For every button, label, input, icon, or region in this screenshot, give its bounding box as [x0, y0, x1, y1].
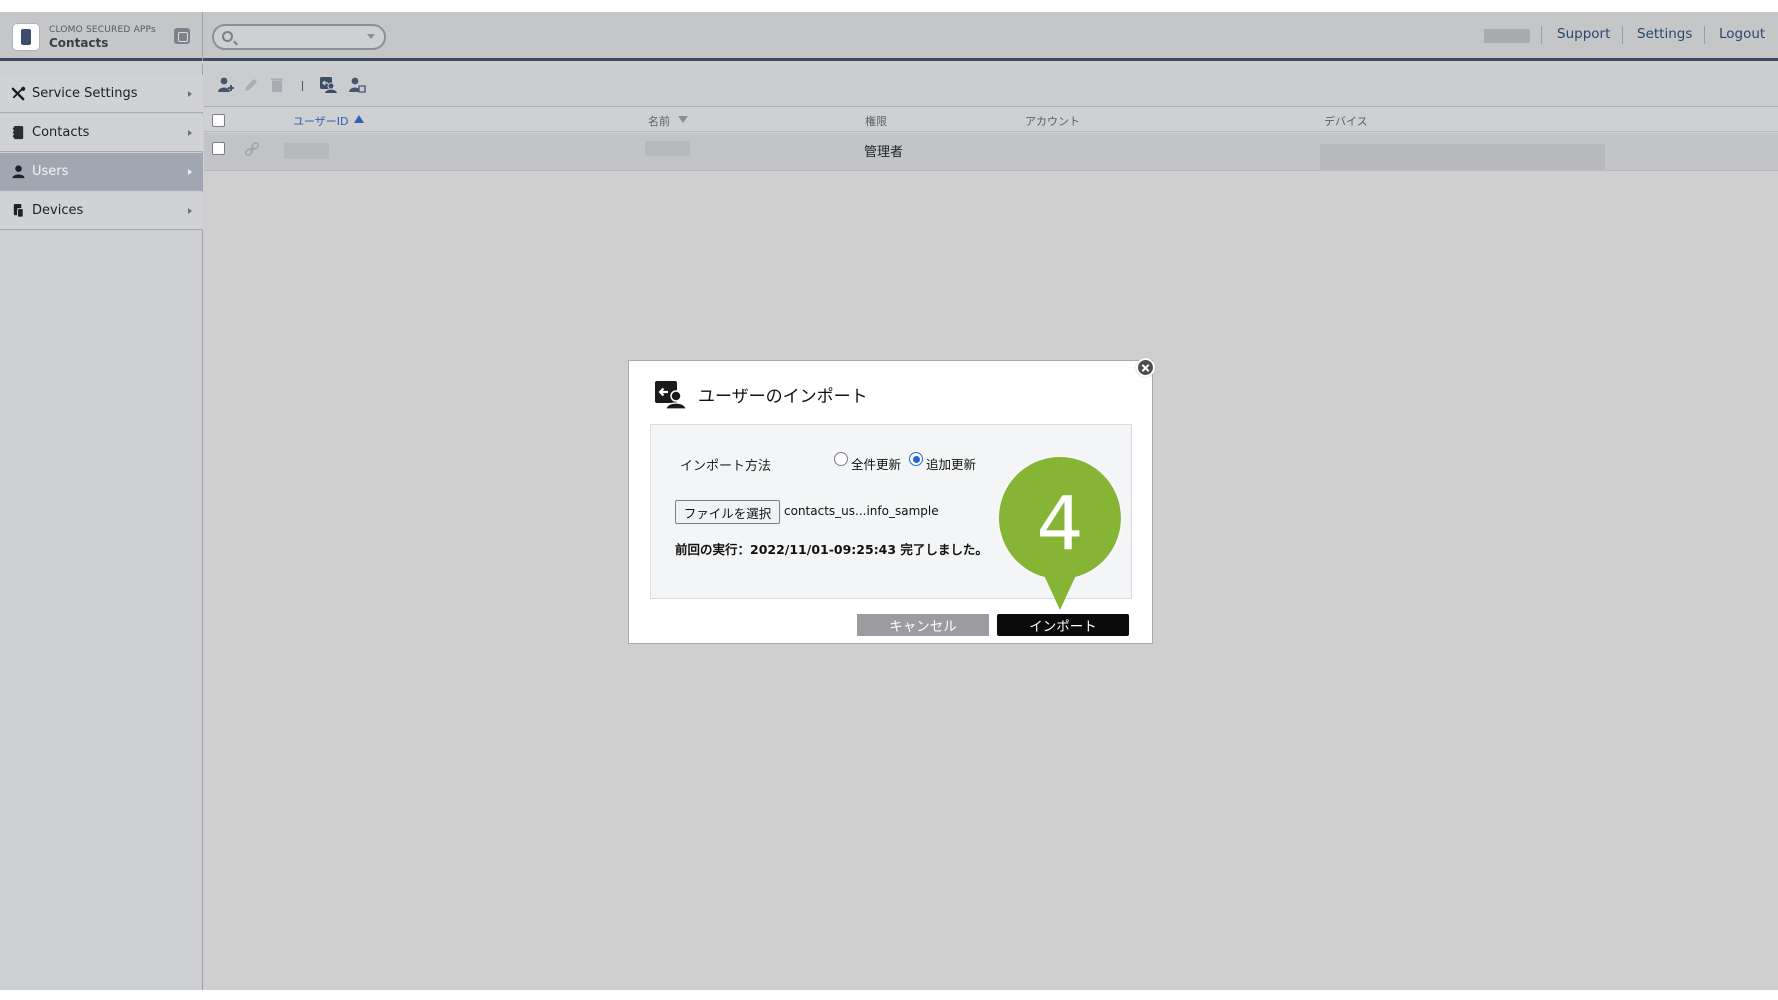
users-table-header: ユーザーID 名前 権限 アカウント デバイス — [204, 108, 1778, 132]
chevron-right-icon — [188, 130, 192, 136]
column-header-name[interactable]: 名前 — [648, 113, 670, 129]
devices-icon — [13, 203, 24, 218]
step-marker: 4 — [995, 453, 1125, 615]
import-users-icon — [655, 381, 687, 409]
header-divider — [1541, 26, 1542, 44]
sort-descending-icon[interactable] — [678, 116, 688, 123]
role-cell: 管理者 — [864, 145, 904, 160]
column-header-device[interactable]: デバイス — [1324, 113, 1368, 129]
column-header-user-id[interactable]: ユーザーID — [293, 113, 349, 129]
sidebar-item-users[interactable]: Users — [0, 153, 203, 191]
import-button[interactable]: インポート — [997, 614, 1129, 636]
delete-trash-icon[interactable] — [268, 76, 286, 94]
search-input[interactable] — [240, 28, 360, 46]
selected-file-name: contacts_us...info_sample — [784, 504, 939, 518]
table-row[interactable]: 管理者 — [204, 133, 1778, 171]
sidebar: Service Settings Contacts Users Devices — [0, 64, 203, 990]
sidebar-item-contacts[interactable]: Contacts — [0, 114, 203, 152]
brand-app-name: Contacts — [49, 36, 109, 50]
sidebar-item-label: Devices — [32, 203, 84, 218]
app-logo-icon — [12, 23, 40, 51]
search-icon — [222, 31, 233, 42]
app-brand: CLOMO SECURED APPs Contacts — [0, 12, 203, 61]
full-update-radio[interactable] — [834, 452, 848, 466]
select-all-checkbox[interactable] — [212, 114, 225, 127]
search-box[interactable] — [212, 24, 386, 50]
dialog-title: ユーザーのインポート — [698, 387, 868, 407]
choose-file-button[interactable]: ファイルを選択 — [675, 500, 780, 524]
app-window: CLOMO SECURED APPs Contacts Support Sett… — [0, 12, 1778, 990]
user-icon — [12, 165, 25, 179]
column-header-account[interactable]: アカウント — [1025, 113, 1080, 129]
chevron-right-icon — [188, 169, 192, 175]
close-icon[interactable] — [1136, 358, 1155, 377]
brand-suite-name: CLOMO SECURED APPs — [49, 25, 156, 35]
column-header-role[interactable]: 権限 — [865, 113, 887, 129]
import-users-icon[interactable] — [319, 76, 337, 94]
sidebar-item-label: Contacts — [32, 125, 90, 140]
last-run-status: 前回の実行：2022/11/01-09:25:43 完了しました。 — [675, 542, 988, 557]
link-icon[interactable] — [244, 141, 260, 157]
sidebar-item-label: Service Settings — [32, 86, 138, 101]
step-number: 4 — [1036, 481, 1084, 567]
row-checkbox[interactable] — [212, 142, 225, 155]
tools-icon — [11, 86, 26, 101]
name-blurred — [645, 141, 690, 156]
sidebar-item-label: Users — [32, 164, 69, 179]
user-id-blurred — [284, 143, 329, 159]
chevron-right-icon — [188, 208, 192, 214]
export-users-icon[interactable] — [348, 76, 366, 94]
settings-link[interactable]: Settings — [1637, 26, 1692, 42]
sidebar-item-service-settings[interactable]: Service Settings — [0, 75, 203, 113]
top-header: CLOMO SECURED APPs Contacts Support Sett… — [0, 12, 1778, 61]
edit-pencil-icon[interactable] — [242, 76, 260, 94]
device-blurred — [1320, 144, 1605, 171]
add-user-icon[interactable] — [217, 76, 235, 94]
add-update-label[interactable]: 追加更新 — [926, 454, 976, 473]
header-divider — [1704, 26, 1705, 44]
toolbar — [204, 64, 1778, 107]
full-update-label[interactable]: 全件更新 — [851, 454, 901, 473]
chevron-right-icon — [188, 91, 192, 97]
search-dropdown-icon[interactable] — [367, 34, 375, 39]
app-switcher-icon[interactable] — [174, 28, 190, 44]
username-blurred — [1484, 29, 1530, 43]
toolbar-divider — [302, 81, 303, 91]
sidebar-item-devices[interactable]: Devices — [0, 192, 203, 230]
sort-ascending-icon[interactable] — [354, 115, 364, 123]
import-method-label: インポート方法 — [680, 459, 772, 474]
add-update-radio[interactable] — [909, 452, 923, 466]
cancel-button[interactable]: キャンセル — [857, 614, 989, 636]
support-link[interactable]: Support — [1557, 26, 1610, 42]
contacts-book-icon — [12, 125, 24, 140]
logout-link[interactable]: Logout — [1719, 26, 1765, 42]
header-divider — [1622, 26, 1623, 44]
